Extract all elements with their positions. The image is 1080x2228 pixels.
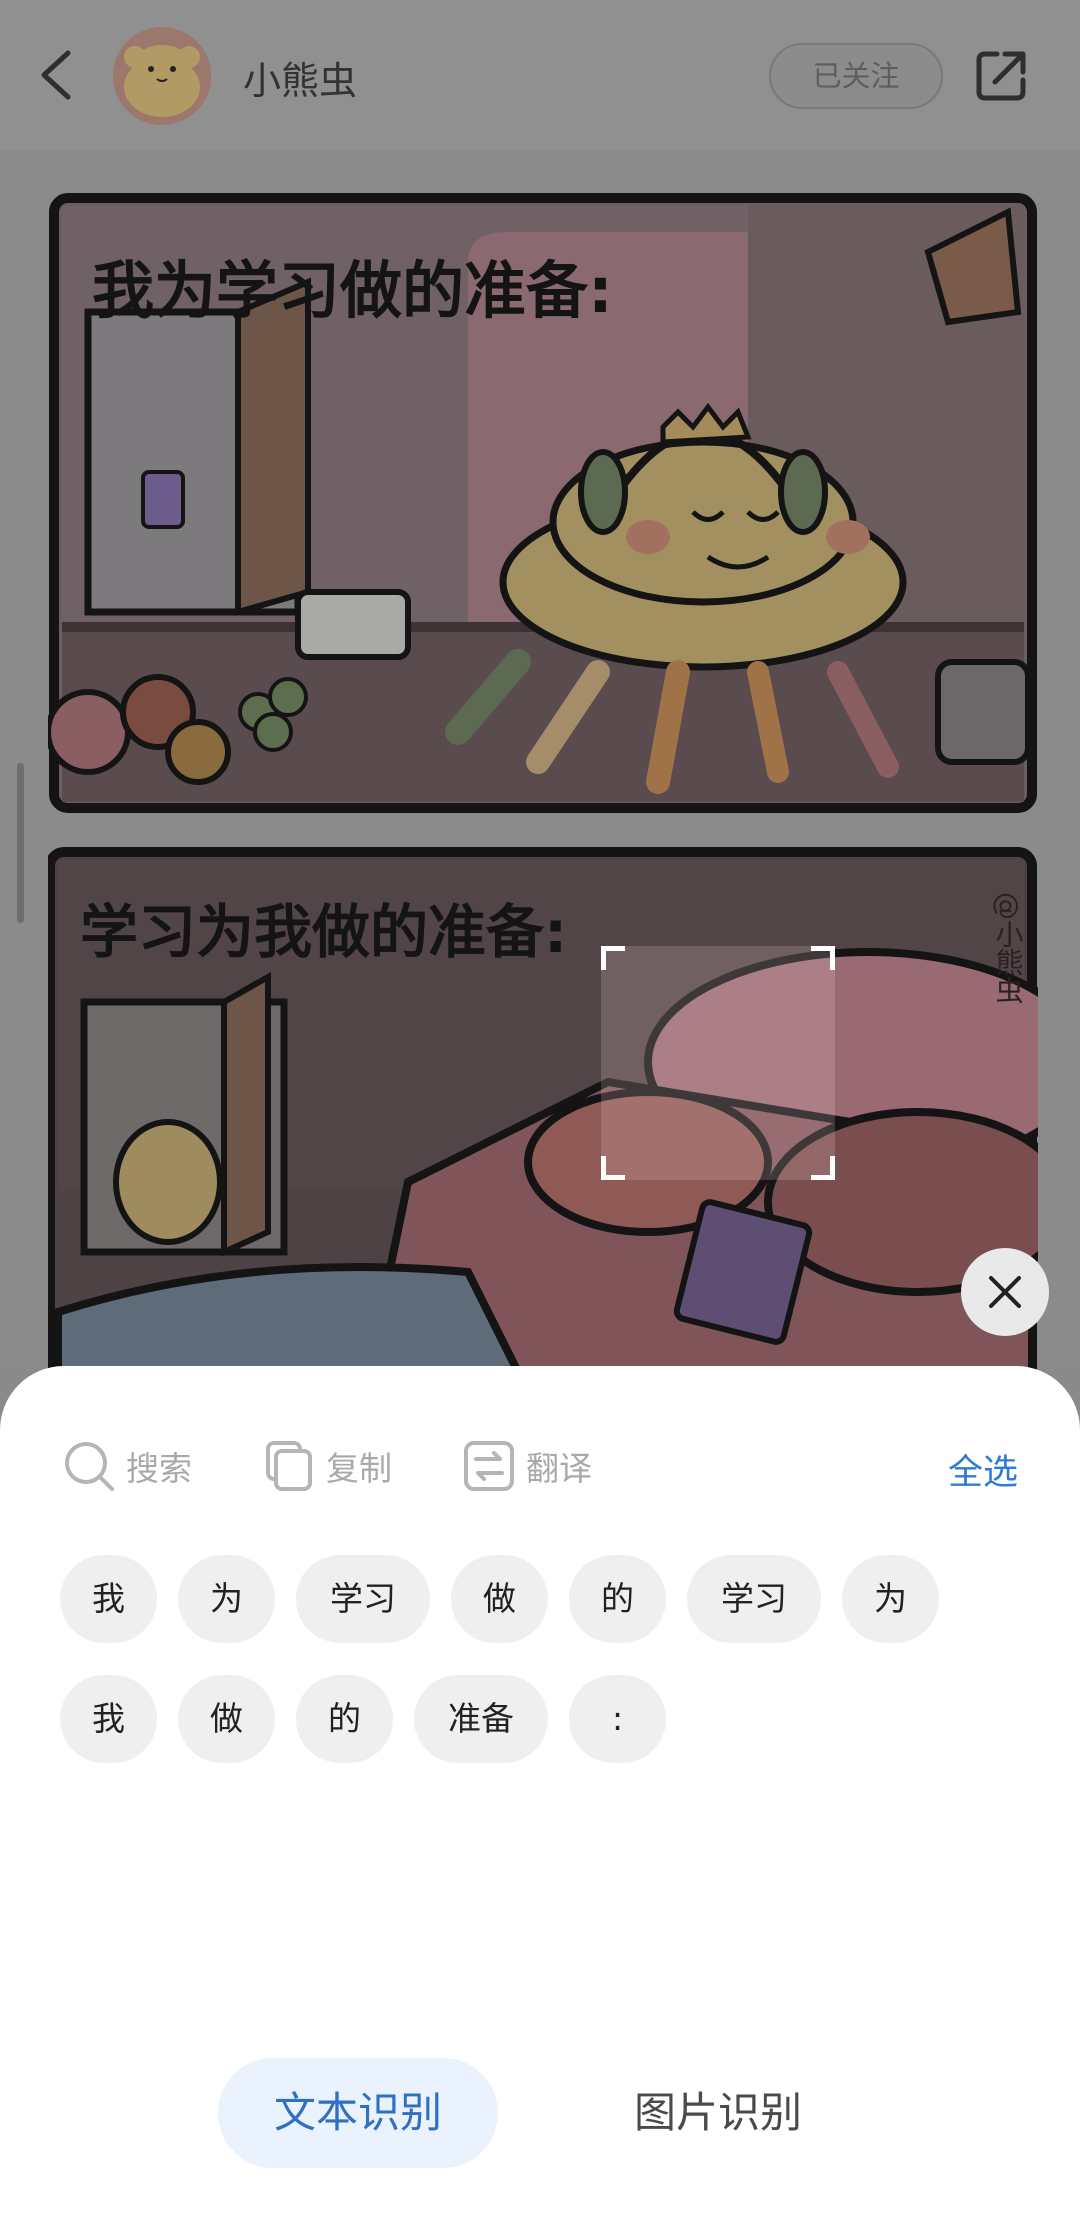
search-icon: [65, 1442, 114, 1491]
translate-action[interactable]: 翻译: [462, 1436, 592, 1496]
search-label: 搜索: [126, 1449, 192, 1488]
translate-icon: [464, 1441, 514, 1491]
chevron-left-icon[interactable]: [30, 45, 90, 105]
image-viewer[interactable]: 我为学习做的准备: 学习为我做的准备: @小熊虫: [0, 150, 1080, 1412]
comic-image: 我为学习做的准备: 学习为我做的准备: @小熊虫: [48, 193, 1038, 1412]
avatar[interactable]: [113, 27, 211, 125]
word-token[interactable]: 为: [842, 1555, 939, 1643]
comic-watermark: @小熊虫: [992, 892, 1025, 1004]
translate-label: 翻译: [526, 1449, 592, 1488]
author-name[interactable]: 小熊虫: [243, 50, 357, 105]
select-all-button[interactable]: 全选: [948, 1444, 1018, 1495]
close-icon: [989, 1276, 1021, 1308]
word-token[interactable]: :: [569, 1675, 666, 1763]
close-button[interactable]: [961, 1248, 1049, 1336]
word-token[interactable]: 为: [178, 1555, 275, 1643]
text-recognition-sheet: 搜索 复制 翻译 全选 我 为 学习 做 的 学习 为 我 做 的 准备 : 文…: [0, 1366, 1080, 2228]
frame-corner-top-left: [601, 946, 625, 970]
scan-selection-frame[interactable]: [601, 946, 835, 1180]
word-token[interactable]: 做: [451, 1555, 548, 1643]
search-action[interactable]: 搜索: [62, 1436, 192, 1496]
word-token[interactable]: 做: [178, 1675, 275, 1763]
word-token[interactable]: 我: [60, 1675, 157, 1763]
comic-panel-1: 我为学习做的准备:: [48, 193, 1037, 813]
word-token[interactable]: 的: [296, 1675, 393, 1763]
comic-caption-1: 我为学习做的准备:: [92, 254, 613, 327]
frame-corner-top-right: [811, 946, 835, 970]
share-external-icon[interactable]: [973, 48, 1029, 104]
comic-panel-2: 学习为我做的准备: @小熊虫: [48, 847, 1038, 1412]
word-token[interactable]: 学习: [296, 1555, 430, 1643]
copy-action[interactable]: 复制: [262, 1436, 392, 1496]
word-token[interactable]: 学习: [687, 1555, 821, 1643]
tab-image-recognition[interactable]: 图片识别: [578, 2058, 858, 2168]
copy-label: 复制: [326, 1449, 392, 1488]
scrollbar[interactable]: [17, 763, 24, 923]
word-token[interactable]: 的: [569, 1555, 666, 1643]
tab-text-recognition[interactable]: 文本识别: [218, 2058, 498, 2168]
frame-corner-bottom-left: [601, 1156, 625, 1180]
top-bar: 小熊虫 已关注: [0, 0, 1080, 150]
follow-button[interactable]: 已关注: [769, 43, 943, 109]
comic-caption-2: 学习为我做的准备:: [80, 898, 567, 966]
bear-avatar-icon: [113, 27, 211, 125]
word-token[interactable]: 我: [60, 1555, 157, 1643]
word-token[interactable]: 准备: [414, 1675, 548, 1763]
token-row-2: 我 做 的 准备 :: [60, 1675, 687, 1763]
frame-corner-bottom-right: [811, 1156, 835, 1180]
copy-icon: [266, 1441, 312, 1491]
token-row-1: 我 为 学习 做 的 学习 为: [60, 1555, 960, 1643]
